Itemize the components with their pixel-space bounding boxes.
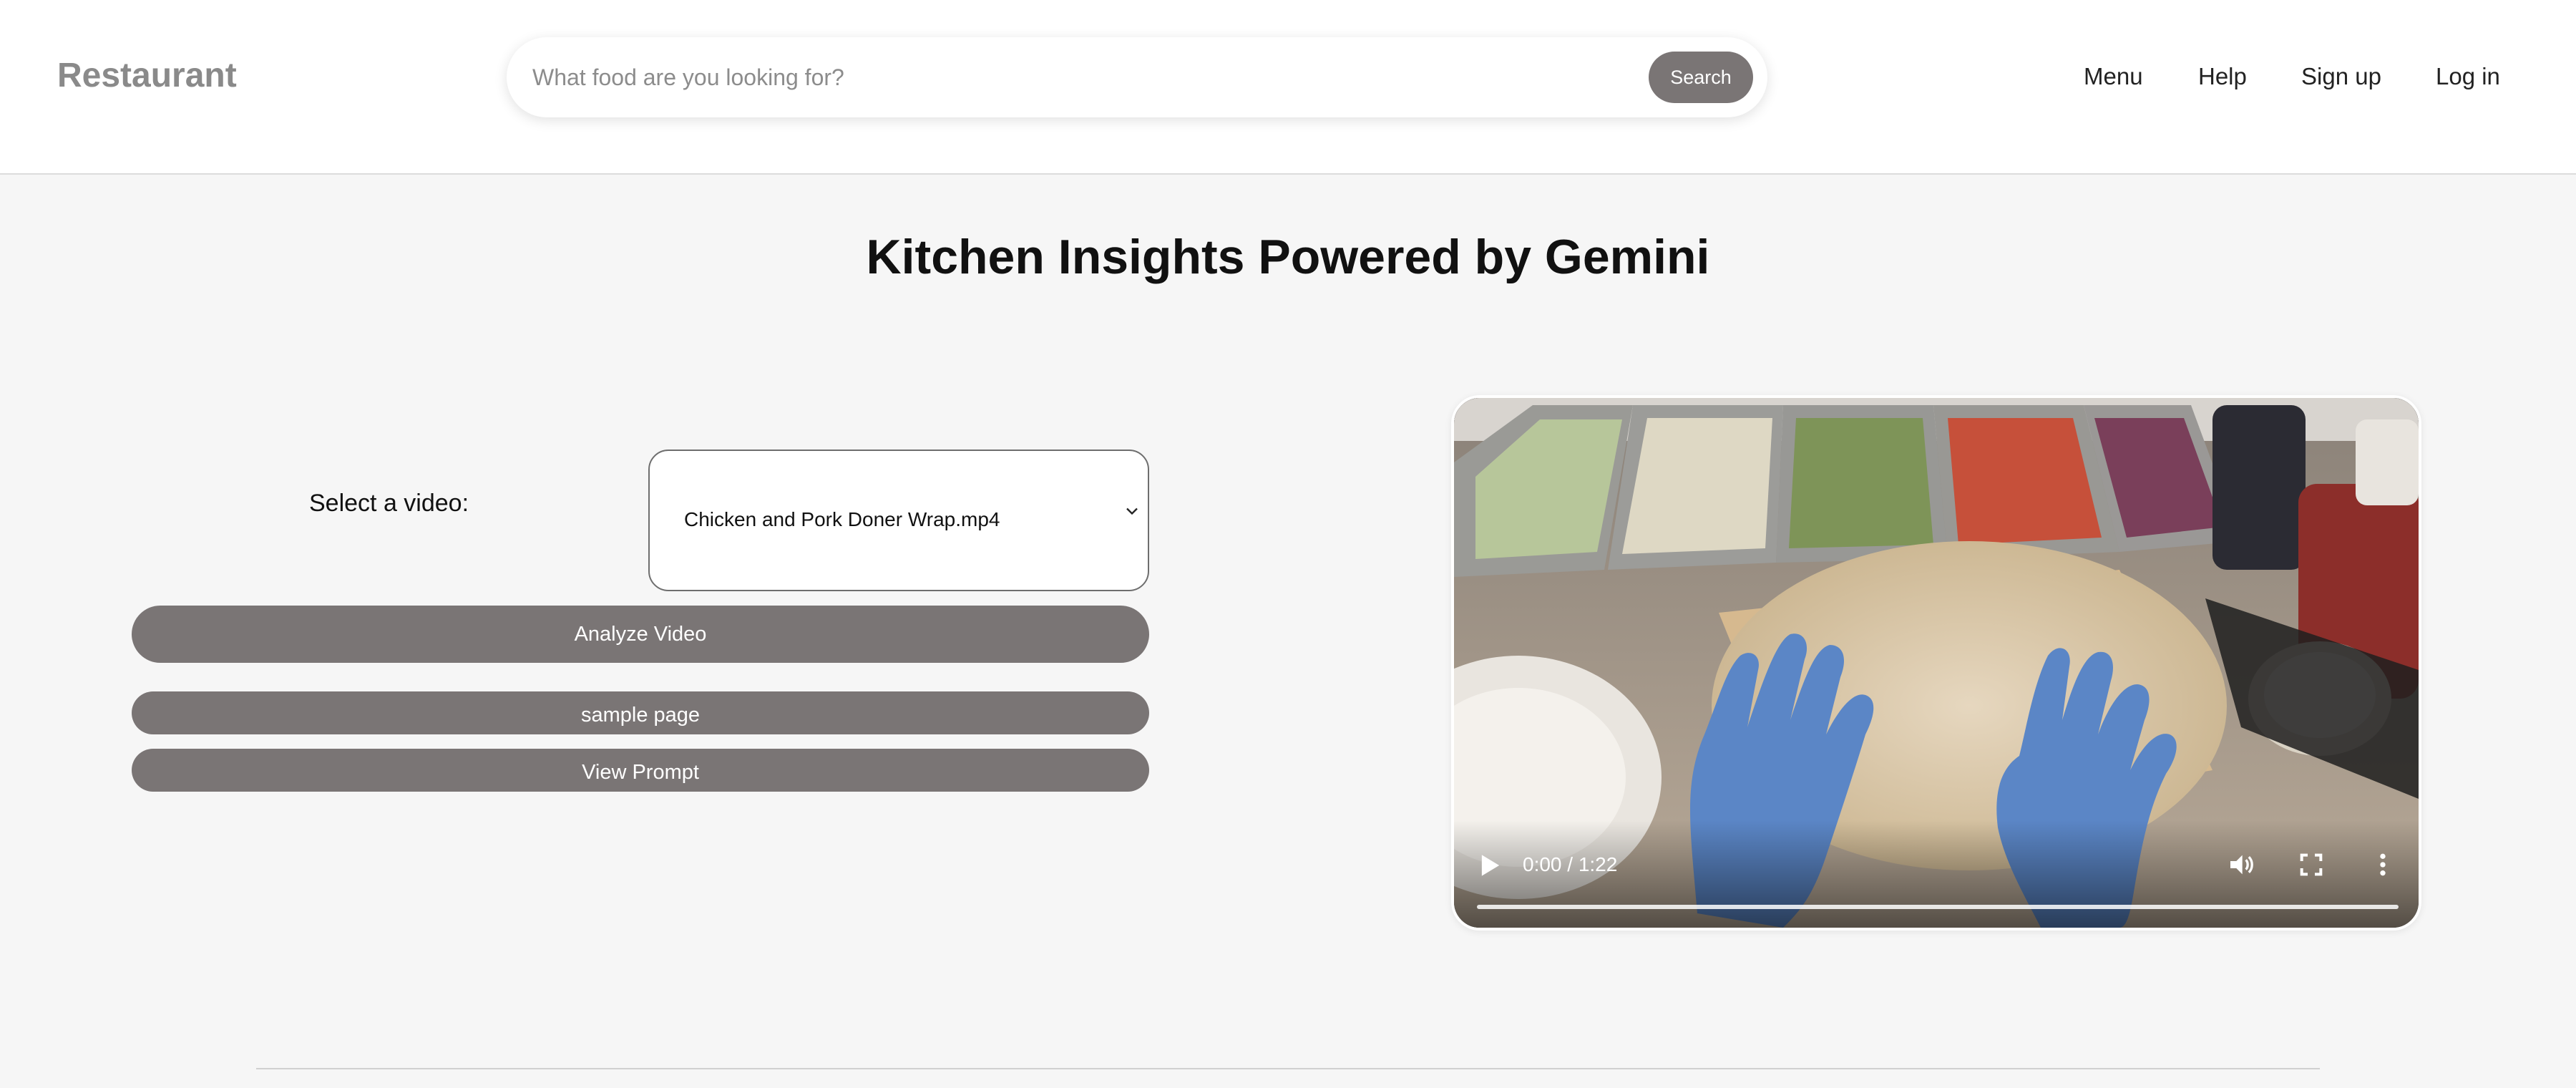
footer-divider bbox=[256, 1068, 2320, 1069]
nav-sign-up[interactable]: Sign up bbox=[2301, 63, 2381, 90]
video-select-value: Chicken and Pork Doner Wrap.mp4 bbox=[684, 508, 1000, 530]
search-bar: Search bbox=[507, 37, 1767, 117]
nav-log-in[interactable]: Log in bbox=[2436, 63, 2500, 90]
video-select[interactable]: Chicken and Pork Doner Wrap.mp4 bbox=[648, 450, 1149, 591]
analyze-video-button[interactable]: Analyze Video bbox=[132, 606, 1149, 663]
nav-menu[interactable]: Menu bbox=[2084, 63, 2143, 90]
volume-icon[interactable] bbox=[2227, 850, 2255, 879]
video-player[interactable]: 0:00 / 1:22 bbox=[1451, 395, 2421, 931]
chevron-down-icon bbox=[1126, 507, 1138, 515]
search-input[interactable] bbox=[532, 53, 1420, 102]
select-video-label: Select a video: bbox=[309, 490, 469, 517]
brand-logo-text[interactable]: Restaurant bbox=[57, 56, 237, 95]
video-time: 0:00 / 1:22 bbox=[1523, 853, 1618, 875]
top-header: Restaurant Search Menu Help Sign up Log … bbox=[0, 0, 2576, 175]
video-progress-bar[interactable] bbox=[1477, 905, 2399, 909]
fullscreen-icon[interactable] bbox=[2297, 850, 2326, 879]
play-icon[interactable] bbox=[1480, 853, 1501, 878]
nav-help[interactable]: Help bbox=[2198, 63, 2247, 90]
search-button[interactable]: Search bbox=[1649, 52, 1753, 103]
page-title: Kitchen Insights Powered by Gemini bbox=[866, 230, 1710, 284]
view-prompt-button[interactable]: View Prompt bbox=[132, 749, 1149, 792]
sample-page-button[interactable]: sample page bbox=[132, 691, 1149, 734]
more-options-icon[interactable] bbox=[2368, 850, 2397, 879]
video-controls: 0:00 / 1:22 bbox=[1454, 820, 2419, 928]
